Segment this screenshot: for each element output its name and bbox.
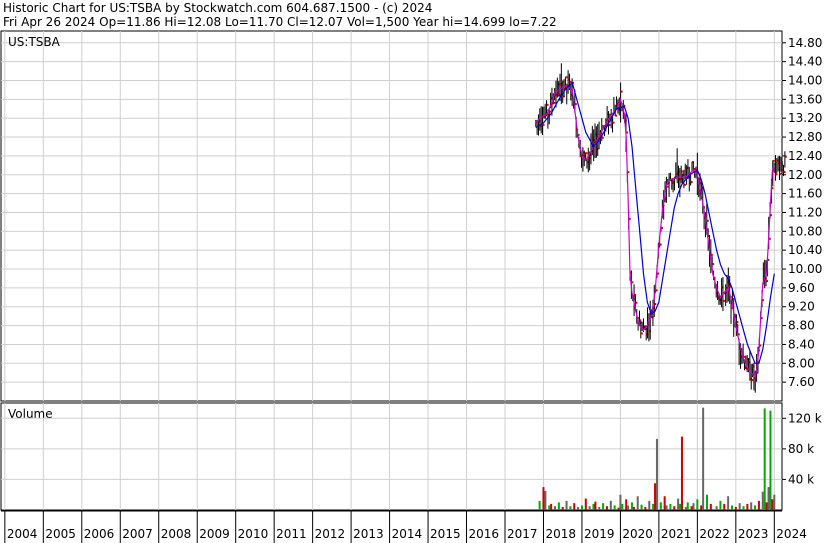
y-tick-label: 8.40	[788, 337, 815, 351]
x-tick-label-2015: 2015	[430, 527, 461, 541]
close-tick	[722, 299, 725, 302]
close-tick	[766, 280, 769, 283]
close-tick	[772, 159, 775, 162]
volume-panel-title: Volume	[8, 407, 53, 421]
y-tick-label: 12.00	[788, 168, 822, 182]
x-tick-label-2012: 2012	[315, 527, 346, 541]
x-tick-label-2005: 2005	[45, 527, 76, 541]
close-tick	[784, 155, 787, 158]
close-tick	[659, 243, 662, 246]
price-panel-title: US:TSBA	[8, 35, 61, 49]
y-tick-label: 14.40	[788, 55, 822, 69]
x-tick-label-2009: 2009	[199, 527, 230, 541]
x-tick-label-2008: 2008	[161, 527, 192, 541]
close-tick	[656, 272, 659, 275]
x-tick-label-2021: 2021	[661, 527, 692, 541]
close-tick	[631, 281, 634, 284]
y-tick-label: 10.80	[788, 224, 822, 238]
close-tick	[690, 180, 693, 183]
close-tick	[574, 103, 577, 106]
x-tick-label-2022: 2022	[699, 527, 730, 541]
close-tick	[655, 289, 658, 292]
x-axis: 2004 2005 2006 2007 2008 2009 2010 2011 2012 2013…	[1, 510, 807, 543]
y-tick-label: 13.20	[788, 111, 822, 125]
x-tick-label-2020: 2020	[622, 527, 653, 541]
volume-panel: Volume 120 k 80 k 40 k	[0, 402, 822, 511]
x-tick-label-2019: 2019	[584, 527, 615, 541]
y-tick-label: 10.40	[788, 243, 822, 257]
x-tick-label-2014: 2014	[392, 527, 423, 541]
y-tick-label: 11.60	[788, 187, 822, 201]
close-tick	[601, 136, 604, 139]
stock-chart: 14.80 14.40 14.00 13.60 13.20 12.80 12.40 12.00…	[0, 30, 822, 543]
x-tick-label-2016: 2016	[469, 527, 500, 541]
close-tick	[549, 110, 552, 113]
price-panel: 14.80 14.40 14.00 13.60 13.20 12.80 12.40 12.00…	[0, 30, 822, 402]
close-tick	[634, 293, 637, 296]
close-tick	[779, 172, 782, 175]
close-tick	[553, 101, 556, 104]
close-tick	[635, 301, 638, 304]
long-moving-average-line	[535, 81, 775, 364]
close-tick	[783, 171, 786, 174]
volume-y-tick-label: 80 k	[788, 442, 814, 456]
y-tick-label: 11.20	[788, 205, 822, 219]
y-tick-label: 10.00	[788, 262, 822, 276]
x-tick-label-2024: 2024	[776, 527, 807, 541]
x-tick-label-2023: 2023	[738, 527, 769, 541]
y-tick-label: 8.00	[788, 356, 815, 370]
x-tick-label-2004: 2004	[7, 527, 38, 541]
y-tick-label: 8.80	[788, 319, 815, 333]
close-tick	[683, 183, 686, 186]
y-tick-label: 14.80	[788, 36, 822, 50]
y-tick-label: 9.60	[788, 281, 815, 295]
close-tick	[565, 76, 568, 79]
y-tick-label: 13.60	[788, 92, 822, 106]
x-tick-label-2006: 2006	[84, 527, 115, 541]
close-tick	[775, 173, 778, 176]
close-tick	[706, 219, 709, 222]
close-tick	[585, 152, 588, 155]
close-tick	[712, 263, 715, 266]
x-tick-label-2010: 2010	[238, 527, 269, 541]
y-tick-label: 9.20	[788, 300, 815, 314]
close-tick	[546, 103, 549, 106]
volume-y-tick-label: 40 k	[788, 472, 814, 486]
close-tick	[615, 114, 618, 117]
volume-frame	[0, 402, 783, 511]
close-tick	[751, 378, 754, 381]
y-tick-label: 12.40	[788, 149, 822, 163]
x-tick-label-2013: 2013	[353, 527, 384, 541]
close-tick	[654, 303, 657, 306]
close-tick	[612, 121, 615, 124]
close-tick	[681, 170, 684, 173]
x-tick-label-2011: 2011	[276, 527, 307, 541]
price-frame	[0, 30, 783, 402]
x-tick-label-2018: 2018	[545, 527, 576, 541]
x-tick-label-2017: 2017	[507, 527, 538, 541]
close-tick	[736, 320, 739, 323]
x-tick-label-2007: 2007	[122, 527, 153, 541]
close-tick	[620, 90, 623, 93]
close-tick	[710, 253, 713, 256]
close-tick	[640, 332, 643, 335]
close-tick	[542, 123, 545, 126]
volume-y-tick-label: 120 k	[788, 411, 822, 425]
y-tick-label: 14.00	[788, 73, 822, 87]
y-tick-label: 7.60	[788, 375, 815, 389]
close-tick	[569, 81, 572, 84]
y-tick-label: 12.80	[788, 130, 822, 144]
